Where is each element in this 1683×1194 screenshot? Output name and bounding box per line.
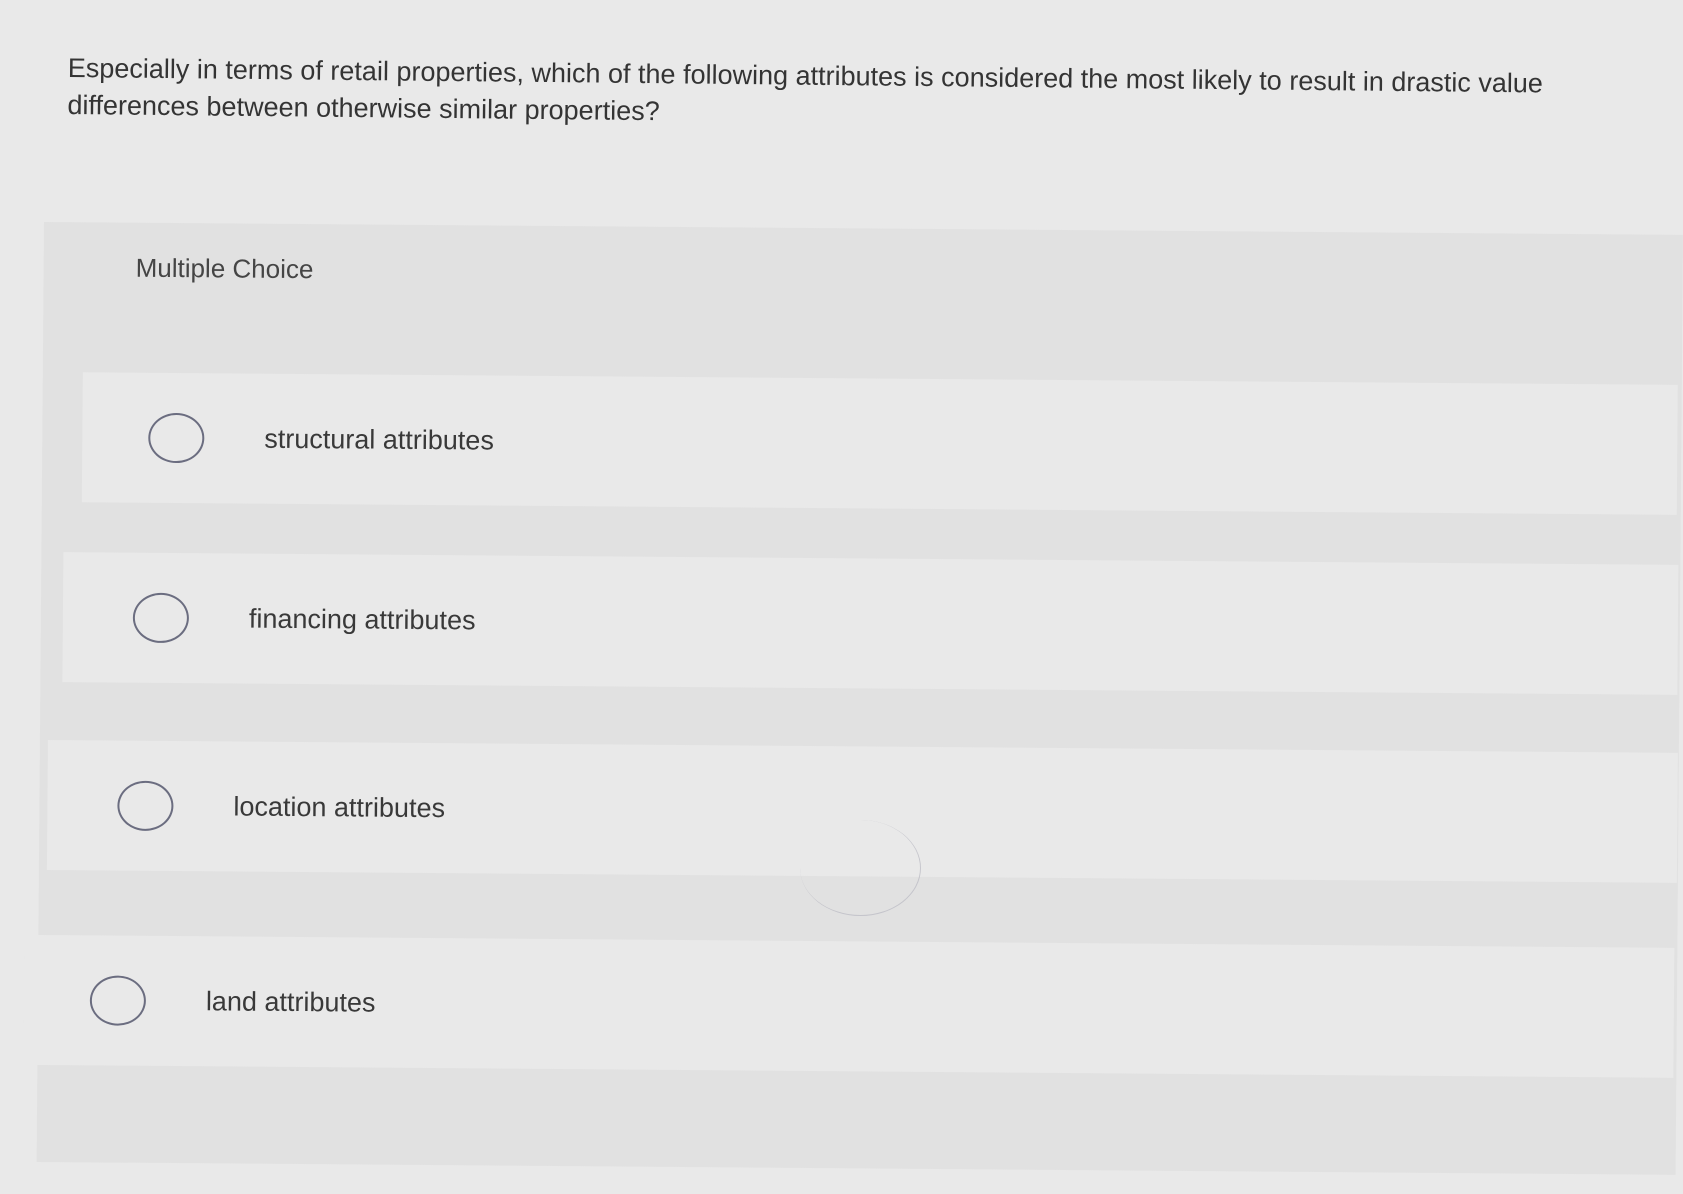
option-financing-attributes[interactable]: financing attributes [62,552,1679,695]
radio-button[interactable] [89,975,147,1026]
screen-smudge-mark [800,820,921,916]
multiple-choice-header: Multiple Choice [43,222,1683,331]
option-structural-attributes[interactable]: structural attributes [81,372,1678,515]
question-text: Especially in terms of retail properties… [67,52,1544,127]
radio-button[interactable] [117,780,174,832]
option-label: structural attributes [264,423,495,456]
option-land-attributes[interactable]: land attributes [23,934,1675,1078]
option-label: financing attributes [248,603,476,635]
radio-button[interactable] [132,592,190,644]
option-label: location attributes [233,791,446,823]
option-label: land attributes [205,985,376,1018]
multiple-choice-panel: Multiple Choice structural attributes fi… [23,222,1683,1175]
radio-button[interactable] [148,412,205,464]
multiple-choice-label: Multiple Choice [135,252,314,285]
